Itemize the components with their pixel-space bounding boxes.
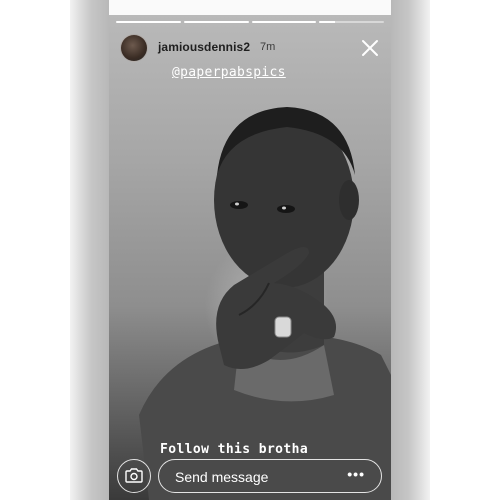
story-viewer[interactable]: jamiousdennis2 7m @paperpabspics Follow … [109,0,391,500]
status-area [109,0,391,15]
close-icon[interactable] [359,37,381,59]
progress-segment [183,21,249,23]
progress-segment [251,21,317,23]
side-blur-right [391,0,430,500]
more-options-icon[interactable]: ••• [347,466,365,482]
story-header: jamiousdennis2 7m [109,26,391,70]
avatar[interactable] [120,34,148,62]
story-timestamp: 7m [260,41,276,53]
story-photo[interactable] [109,15,391,500]
camera-icon [125,468,143,483]
camera-button[interactable] [117,459,151,493]
send-message-placeholder: Send message [175,469,269,485]
reply-bar: Send message ••• [109,455,391,500]
progress-segment [319,21,384,23]
send-message-input[interactable]: Send message ••• [158,459,382,493]
progress-segment [116,21,181,23]
mention-sticker[interactable]: @paperpabspics [172,65,286,80]
side-blur-left [70,0,109,500]
story-progress-bar [116,21,384,23]
username[interactable]: jamiousdennis2 [158,40,250,54]
